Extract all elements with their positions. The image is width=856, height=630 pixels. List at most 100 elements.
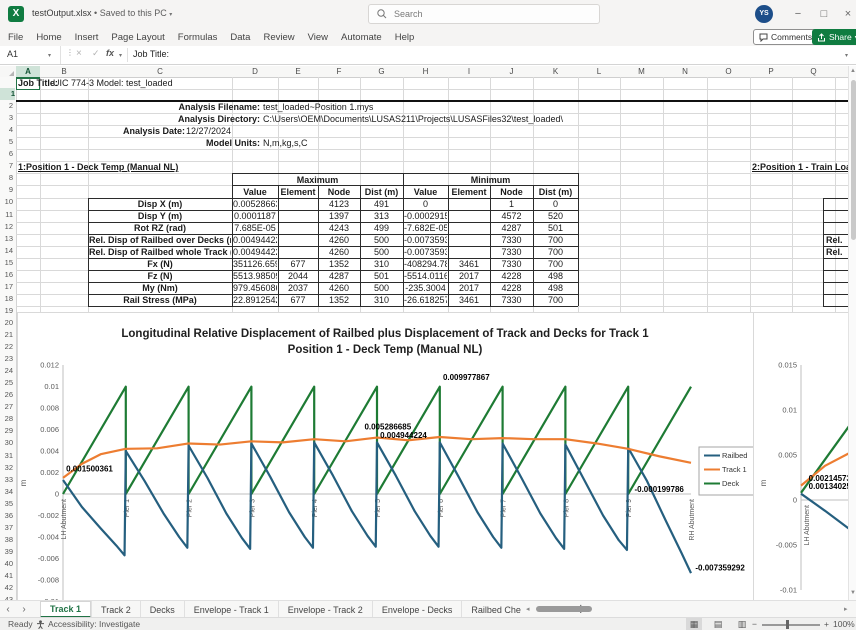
row-header-37[interactable]: 37: [0, 522, 13, 534]
zoom-out-button[interactable]: −: [752, 619, 757, 630]
row-header-23[interactable]: 23: [0, 353, 13, 365]
column-header-N[interactable]: N: [663, 66, 707, 77]
excel-logo-icon[interactable]: X: [8, 6, 24, 22]
column-header-B[interactable]: B: [40, 66, 88, 77]
column-header-H[interactable]: H: [403, 66, 448, 77]
zoom-slider-thumb[interactable]: [786, 620, 789, 629]
maximize-button[interactable]: □: [816, 6, 832, 22]
row-header-29[interactable]: 29: [0, 425, 13, 437]
row-header-14[interactable]: 14: [0, 245, 13, 257]
sheet-tab-railbed-che[interactable]: Railbed Che: [461, 601, 530, 618]
minimize-button[interactable]: −: [790, 6, 806, 22]
row-header-27[interactable]: 27: [0, 401, 13, 413]
row-header-19[interactable]: 19: [0, 305, 13, 317]
formula-bar-expand-icon[interactable]: ▾: [845, 52, 848, 59]
row-header-20[interactable]: 20: [0, 317, 13, 329]
row-header-6[interactable]: 6: [0, 148, 13, 160]
cancel-icon[interactable]: ×: [76, 48, 82, 59]
tab-nav-right-icon[interactable]: ›: [16, 604, 32, 615]
sheet-tab-envelope---decks[interactable]: Envelope - Decks: [372, 601, 462, 618]
row-header-22[interactable]: 22: [0, 341, 13, 353]
row-header-18[interactable]: 18: [0, 293, 13, 305]
column-header-F[interactable]: F: [318, 66, 360, 77]
column-header-D[interactable]: D: [232, 66, 278, 77]
document-title[interactable]: testOutput.xlsx • Saved to this PC ▾: [32, 8, 172, 18]
zoom-in-button[interactable]: +: [824, 619, 829, 630]
enter-icon[interactable]: ✓: [92, 48, 100, 59]
row-header-11[interactable]: 11: [0, 209, 13, 221]
select-all-corner[interactable]: [0, 66, 16, 77]
row-header-36[interactable]: 36: [0, 510, 13, 522]
column-header-L[interactable]: L: [578, 66, 620, 77]
column-header-Q[interactable]: Q: [792, 66, 835, 77]
column-header-I[interactable]: I: [448, 66, 490, 77]
column-header-G[interactable]: G: [360, 66, 403, 77]
search-input[interactable]: Search: [368, 4, 600, 24]
sheet-tab-track-2[interactable]: Track 2: [91, 601, 140, 618]
sheet-tab-envelope---track-2[interactable]: Envelope - Track 2: [278, 601, 372, 618]
row-header-16[interactable]: 16: [0, 269, 13, 281]
ribbon-tab-page-layout[interactable]: Page Layout: [111, 32, 164, 43]
tab-nav-left-icon[interactable]: ‹: [0, 604, 16, 615]
comments-button[interactable]: Comments: [753, 29, 818, 45]
page-break-view-button[interactable]: ▥: [734, 618, 750, 630]
row-header-7[interactable]: 7: [0, 160, 13, 172]
scroll-down-icon[interactable]: ▼: [849, 590, 856, 596]
zoom-level[interactable]: 100%: [833, 619, 855, 630]
row-header-10[interactable]: 10: [0, 196, 13, 208]
vertical-scrollbar[interactable]: ▲ ▼: [848, 66, 856, 600]
ribbon-tab-insert[interactable]: Insert: [75, 32, 99, 43]
row-header-24[interactable]: 24: [0, 365, 13, 377]
row-header-26[interactable]: 26: [0, 389, 13, 401]
ribbon-tab-home[interactable]: Home: [36, 32, 61, 43]
row-header-30[interactable]: 30: [0, 437, 13, 449]
formula-input[interactable]: Job Title:: [133, 49, 169, 59]
row-header-25[interactable]: 25: [0, 377, 13, 389]
row-header-9[interactable]: 9: [0, 184, 13, 196]
row-header-17[interactable]: 17: [0, 281, 13, 293]
sheet-tab-track-1[interactable]: Track 1: [40, 601, 91, 618]
row-header-33[interactable]: 33: [0, 474, 13, 486]
row-header-15[interactable]: 15: [0, 257, 13, 269]
name-box[interactable]: A1 ▾: [0, 46, 61, 64]
accessibility-status[interactable]: Accessibility: Investigate: [48, 619, 140, 630]
row-header-32[interactable]: 32: [0, 462, 13, 474]
ribbon-tab-help[interactable]: Help: [395, 32, 415, 43]
ribbon-tab-data[interactable]: Data: [230, 32, 250, 43]
ribbon-tab-formulas[interactable]: Formulas: [178, 32, 218, 43]
column-header-C[interactable]: C: [88, 66, 232, 77]
row-headers[interactable]: 1234567891011121314151617181920212223242…: [0, 77, 17, 600]
column-header-E[interactable]: E: [278, 66, 318, 77]
row-header-38[interactable]: 38: [0, 534, 13, 546]
chart-track1[interactable]: Longitudinal Relative Displacement of Ra…: [17, 312, 754, 600]
row-header-12[interactable]: 12: [0, 221, 13, 233]
zoom-slider[interactable]: [762, 624, 820, 626]
insert-function-icon[interactable]: fx: [106, 48, 114, 58]
scroll-right-icon[interactable]: ▸: [844, 605, 848, 613]
avatar[interactable]: YS: [755, 5, 773, 23]
scroll-left-icon[interactable]: ◂: [526, 605, 530, 613]
ribbon-tab-automate[interactable]: Automate: [341, 32, 382, 43]
column-header-K[interactable]: K: [533, 66, 578, 77]
row-header-41[interactable]: 41: [0, 570, 13, 582]
row-header-35[interactable]: 35: [0, 498, 13, 510]
chart-second-partial[interactable]: 0.0150.010.0050-0.005-0.01mLH Abutment0.…: [753, 312, 850, 600]
share-button[interactable]: Share ▾: [812, 29, 856, 45]
row-header-39[interactable]: 39: [0, 546, 13, 558]
row-header-31[interactable]: 31: [0, 450, 13, 462]
column-header-J[interactable]: J: [490, 66, 533, 77]
ribbon-tab-file[interactable]: File: [8, 32, 23, 43]
column-header-O[interactable]: O: [707, 66, 750, 77]
horizontal-scrollbar[interactable]: ◂ ▸: [526, 605, 852, 613]
vertical-scroll-thumb[interactable]: [851, 80, 856, 240]
page-layout-view-button[interactable]: ▤: [710, 618, 726, 630]
scroll-up-icon[interactable]: ▲: [849, 68, 856, 74]
row-header-28[interactable]: 28: [0, 413, 13, 425]
column-header-P[interactable]: P: [750, 66, 792, 77]
sheet-tab-envelope---track-1[interactable]: Envelope - Track 1: [184, 601, 278, 618]
ribbon-tab-view[interactable]: View: [308, 32, 328, 43]
row-header-1[interactable]: 1: [0, 88, 15, 100]
row-header-13[interactable]: 13: [0, 233, 13, 245]
row-header-42[interactable]: 42: [0, 582, 13, 594]
normal-view-button[interactable]: ▦: [686, 618, 702, 630]
